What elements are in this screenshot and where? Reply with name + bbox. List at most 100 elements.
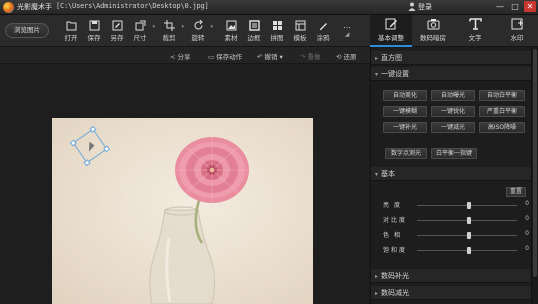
contrast-knob[interactable] xyxy=(467,217,471,224)
save-icon xyxy=(89,20,99,31)
app-logo-icon xyxy=(3,2,14,13)
material-label: 素材 xyxy=(224,34,238,42)
restore-icon: ⟲ xyxy=(336,53,342,61)
tab-darkroom[interactable]: 数码暗房 xyxy=(412,15,454,47)
histogram-section[interactable]: ▸ 直方图 xyxy=(371,51,531,65)
strict-white-balance-button[interactable]: 严重白平衡 xyxy=(479,106,525,117)
redo-label: 重做 xyxy=(307,53,321,61)
adjust-panel: ▸ 直方图 ▾ 一键设置 自动美化 自动曝光 自动白平衡 一键模糊 一键锐化 严重白… xyxy=(370,47,538,304)
action-bar: < 分享 ▭ 保存动作 ↶ 撤销 ▾ ↷ 重做 ⟲ 还原 xyxy=(0,47,370,64)
basic-section[interactable]: ▾ 基本 xyxy=(371,167,531,181)
rotate-caret-icon[interactable]: ▾ xyxy=(210,24,213,30)
saturation-knob[interactable] xyxy=(467,247,471,254)
share-icon: < xyxy=(170,53,176,61)
hue-slider-row: 色相 0 xyxy=(383,230,531,240)
more-button[interactable]: ... ◢ xyxy=(336,18,358,45)
crop-button[interactable]: 裁剪 ▾ xyxy=(158,18,184,45)
saturation-slider-row: 饱和度 0 xyxy=(383,245,531,255)
doodle-button[interactable]: 涂鸦 xyxy=(312,18,334,45)
one-click-blur-button[interactable]: 一键模糊 xyxy=(383,106,427,117)
watermark-icon xyxy=(511,18,523,30)
border-icon xyxy=(248,20,260,31)
share-button[interactable]: < 分享 xyxy=(170,51,190,61)
tab-basic-adjust[interactable]: 基本调整 xyxy=(370,15,412,47)
save-action-label: 保存动作 xyxy=(216,53,243,61)
open-button[interactable]: 打开 xyxy=(60,18,82,45)
tab-watermark[interactable]: 水印 xyxy=(496,15,538,47)
tab-text[interactable]: 文字 xyxy=(454,15,496,47)
undo-icon: ↶ xyxy=(257,53,263,61)
minimize-button[interactable]: — xyxy=(494,1,506,12)
open-label: 打开 xyxy=(64,34,78,42)
digital-fill-section[interactable]: ▸ 数码补光 xyxy=(371,269,531,283)
brightness-value: 0 xyxy=(525,200,529,207)
doodle-label: 涂鸦 xyxy=(316,34,330,42)
template-button[interactable]: 模板 xyxy=(289,18,311,45)
file-path: [C:\Users\Administrator\Desktop\0.jpg] xyxy=(56,2,209,10)
photo-preview[interactable] xyxy=(52,118,313,304)
material-button[interactable]: 素材 xyxy=(220,18,242,45)
restore-button[interactable]: ⟲ 还原 xyxy=(336,51,356,61)
brightness-knob[interactable] xyxy=(467,202,471,209)
border-button[interactable]: 边框 xyxy=(243,18,265,45)
brightness-slider-row: 亮度 0 xyxy=(383,200,531,210)
scrollbar-thumb[interactable] xyxy=(533,49,537,277)
user-icon[interactable] xyxy=(408,2,416,11)
digital-fill-label: 数码补光 xyxy=(381,272,409,280)
hue-knob[interactable] xyxy=(467,232,471,239)
auto-white-balance-button[interactable]: 自动白平衡 xyxy=(479,90,525,101)
undo-label: 撤销 xyxy=(264,53,278,61)
digital-reduce-section[interactable]: ▸ 数码减光 xyxy=(371,286,531,300)
one-click-section[interactable]: ▾ 一键设置 xyxy=(371,67,531,81)
one-click-sharpen-button[interactable]: 一键锐化 xyxy=(431,106,475,117)
crop-label: 裁剪 xyxy=(162,34,176,42)
maximize-button[interactable]: □ xyxy=(509,1,521,12)
login-button[interactable]: 登录 xyxy=(418,2,432,12)
auto-beautify-button[interactable]: 自动美化 xyxy=(383,90,427,101)
auto-exposure-button[interactable]: 自动曝光 xyxy=(431,90,475,101)
save-as-icon xyxy=(112,20,122,31)
save-action-button[interactable]: ▭ 保存动作 xyxy=(208,51,242,61)
browse-images-button[interactable]: 浏览图片 xyxy=(5,23,49,38)
material-icon xyxy=(226,20,236,31)
histogram-label: 直方图 xyxy=(381,54,402,62)
resize-icon xyxy=(135,20,145,31)
brightness-label: 亮度 xyxy=(383,202,406,209)
doodle-icon xyxy=(319,23,327,30)
collage-label: 拼图 xyxy=(270,34,284,42)
close-button[interactable]: ✕ xyxy=(524,1,536,12)
white-balance-one-touch-button[interactable]: 白平衡一指键 xyxy=(431,148,477,159)
text-icon xyxy=(468,18,482,30)
tab-text-label: 文字 xyxy=(468,34,482,42)
save-as-button[interactable]: 另存 xyxy=(106,18,128,45)
one-click-reduce-light-button[interactable]: 一键减光 xyxy=(431,122,475,133)
template-label: 模板 xyxy=(293,34,307,42)
app-title: 光影魔术手 xyxy=(17,3,52,11)
contrast-value: 0 xyxy=(525,215,529,222)
border-label: 边框 xyxy=(247,34,261,42)
rotate-label: 旋转 xyxy=(191,34,205,42)
save-button[interactable]: 保存 xyxy=(83,18,105,45)
resize-button[interactable]: 尺寸 ▾ xyxy=(129,18,155,45)
save-label: 保存 xyxy=(87,34,101,42)
collage-button[interactable]: 拼图 xyxy=(266,18,288,45)
share-label: 分享 xyxy=(177,53,191,61)
more-icon: ... xyxy=(343,21,351,30)
tab-basic-adjust-label: 基本调整 xyxy=(378,34,404,42)
image-canvas[interactable] xyxy=(0,64,370,304)
rotate-button[interactable]: 旋转 ▾ xyxy=(187,18,213,45)
one-click-fill-light-button[interactable]: 一键补光 xyxy=(383,122,427,133)
panel-scrollbar[interactable] xyxy=(531,47,538,304)
crop-caret-icon[interactable]: ▾ xyxy=(181,24,184,30)
hue-value: 0 xyxy=(525,230,529,237)
basic-adjust-icon xyxy=(385,18,397,30)
resize-caret-icon[interactable]: ▾ xyxy=(152,24,155,30)
more-arrow-icon: ◢ xyxy=(344,31,350,38)
reset-button[interactable]: 重置 xyxy=(506,187,526,197)
undo-button[interactable]: ↶ 撤销 ▾ xyxy=(257,51,283,61)
digital-spot-metering-button[interactable]: 数字点测光 xyxy=(385,148,427,159)
redo-icon: ↷ xyxy=(300,53,306,61)
hue-label: 色相 xyxy=(383,232,406,239)
high-iso-denoise-button[interactable]: 高ISO降噪 xyxy=(479,122,525,133)
redo-button[interactable]: ↷ 重做 xyxy=(300,51,320,61)
